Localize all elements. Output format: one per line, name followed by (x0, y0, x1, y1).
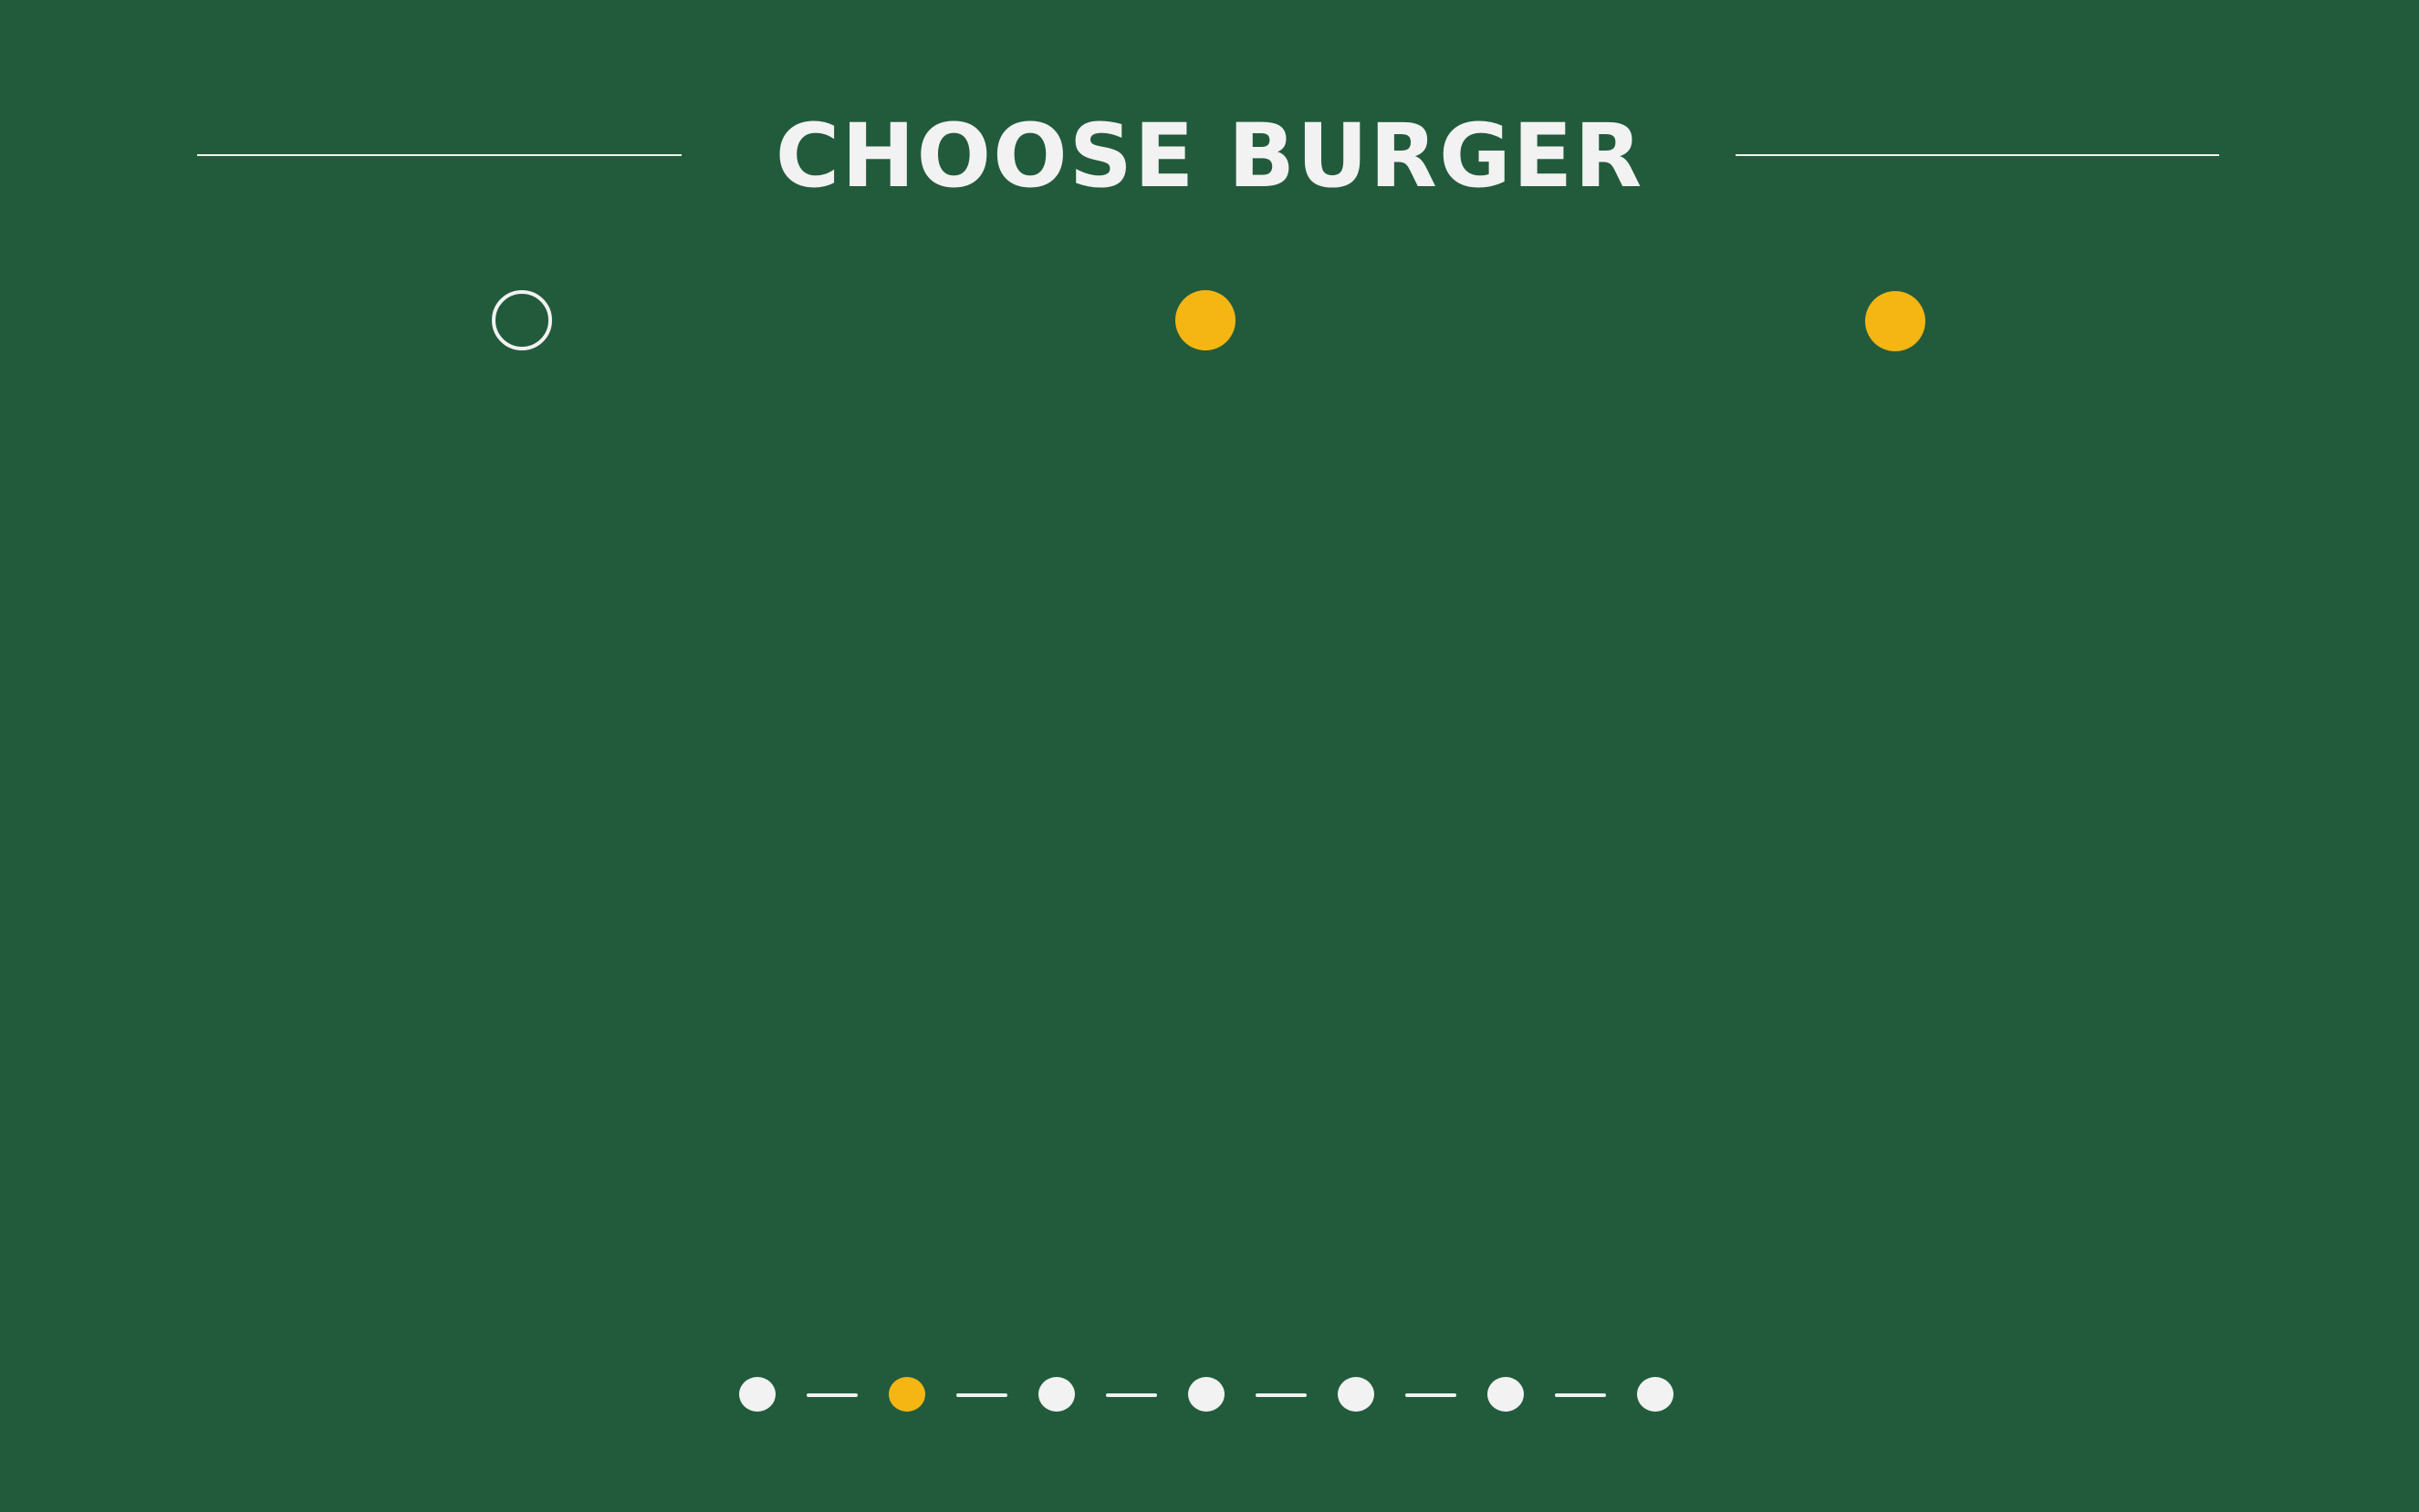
step-dot-2[interactable] (889, 1377, 925, 1412)
step-connector-3 (1106, 1393, 1157, 1397)
step-dot-4[interactable] (1188, 1377, 1225, 1412)
header-divider-right (1736, 154, 2219, 156)
step-dot-7[interactable] (1637, 1377, 1673, 1412)
step-dot-6[interactable] (1487, 1377, 1524, 1412)
step-progress-indicator (739, 1377, 1679, 1413)
step-connector-5 (1405, 1393, 1456, 1397)
step-connector-6 (1555, 1393, 1606, 1397)
burger-option-2-radio[interactable] (1175, 290, 1236, 350)
step-connector-2 (956, 1393, 1007, 1397)
step-connector-1 (807, 1393, 858, 1397)
step-dot-1[interactable] (739, 1377, 776, 1412)
header: CHOOSE BURGER (0, 0, 2419, 237)
burger-option-1-radio[interactable] (492, 290, 552, 350)
step-connector-4 (1256, 1393, 1307, 1397)
page-title: CHOOSE BURGER (775, 105, 1644, 207)
burger-option-3-radio[interactable] (1865, 291, 1925, 351)
step-dot-3[interactable] (1038, 1377, 1075, 1412)
step-dot-5[interactable] (1338, 1377, 1374, 1412)
